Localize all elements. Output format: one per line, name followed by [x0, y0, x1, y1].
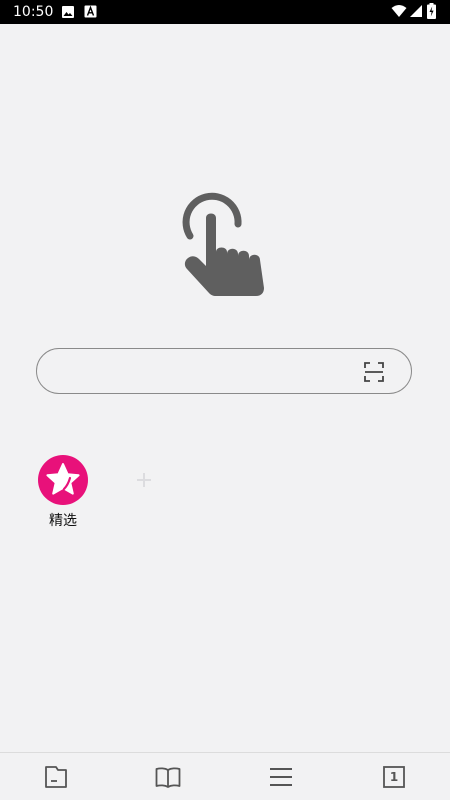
battery-charging-icon — [427, 3, 436, 19]
scan-icon[interactable] — [364, 362, 384, 382]
files-icon[interactable] — [43, 764, 69, 790]
image-notification-icon — [62, 6, 74, 18]
search-bar[interactable] — [36, 348, 412, 394]
browser-home-screen: 10:50 精选 1 — [0, 0, 450, 800]
menu-icon[interactable] — [268, 764, 294, 790]
tabs-button[interactable]: 1 — [383, 766, 405, 788]
shortcut-featured[interactable]: 精选 — [33, 455, 93, 535]
tab-count: 1 — [389, 770, 399, 784]
bottom-toolbar: 1 — [0, 752, 450, 800]
a-notification-icon — [84, 5, 97, 18]
shortcut-label: 精选 — [49, 513, 77, 529]
status-time: 10:50 — [13, 4, 54, 20]
status-bar: 10:50 — [0, 0, 450, 24]
featured-shortcut-icon-bg — [38, 455, 88, 505]
add-shortcut-icon[interactable] — [134, 470, 154, 490]
cell-signal-icon — [410, 5, 422, 17]
tap-hand-logo-icon — [182, 192, 264, 296]
star-icon — [46, 463, 80, 495]
bookmarks-book-icon[interactable] — [155, 764, 181, 790]
wifi-icon — [391, 5, 407, 17]
search-input[interactable] — [57, 357, 361, 387]
